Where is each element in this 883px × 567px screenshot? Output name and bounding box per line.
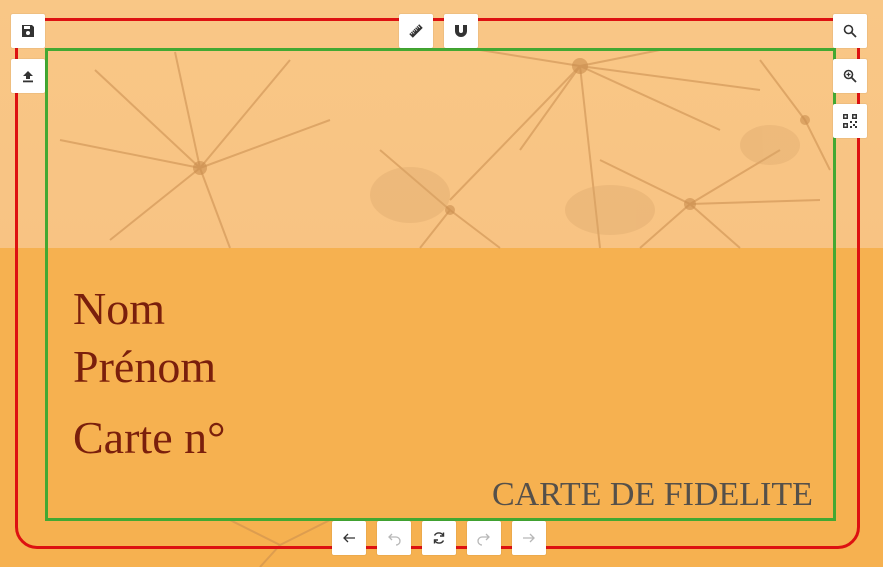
rotate-icon (433, 532, 445, 544)
qr-code-button[interactable] (833, 104, 867, 138)
rotate-button[interactable] (422, 521, 456, 555)
upload-icon (23, 71, 33, 83)
firstname-text[interactable]: Prénom (73, 340, 216, 393)
design-canvas[interactable]: Nom Prénom Carte n° CARTE DE FIDELITE (0, 0, 883, 567)
redo-icon (477, 533, 490, 546)
ruler-icon (409, 24, 423, 38)
next-button[interactable] (512, 521, 546, 555)
save-icon (22, 25, 34, 37)
save-button[interactable] (11, 14, 45, 48)
search-icon (843, 24, 857, 38)
zoom-in-button[interactable] (833, 59, 867, 93)
previous-button[interactable] (332, 521, 366, 555)
qr-code-icon (843, 114, 857, 128)
magnet-icon (455, 25, 467, 37)
card-title-text[interactable]: CARTE DE FIDELITE (492, 476, 813, 514)
redo-button[interactable] (467, 521, 501, 555)
undo-icon (388, 533, 401, 546)
arrow-left-icon (343, 533, 355, 543)
undo-button[interactable] (377, 521, 411, 555)
upload-button[interactable] (11, 59, 45, 93)
zoom-in-icon (843, 69, 857, 83)
ruler-button[interactable] (399, 14, 433, 48)
card-number-text[interactable]: Carte n° (73, 411, 226, 464)
arrow-right-icon (523, 533, 535, 543)
magnet-button[interactable] (444, 14, 478, 48)
search-button[interactable] (833, 14, 867, 48)
name-text[interactable]: Nom (73, 282, 165, 335)
